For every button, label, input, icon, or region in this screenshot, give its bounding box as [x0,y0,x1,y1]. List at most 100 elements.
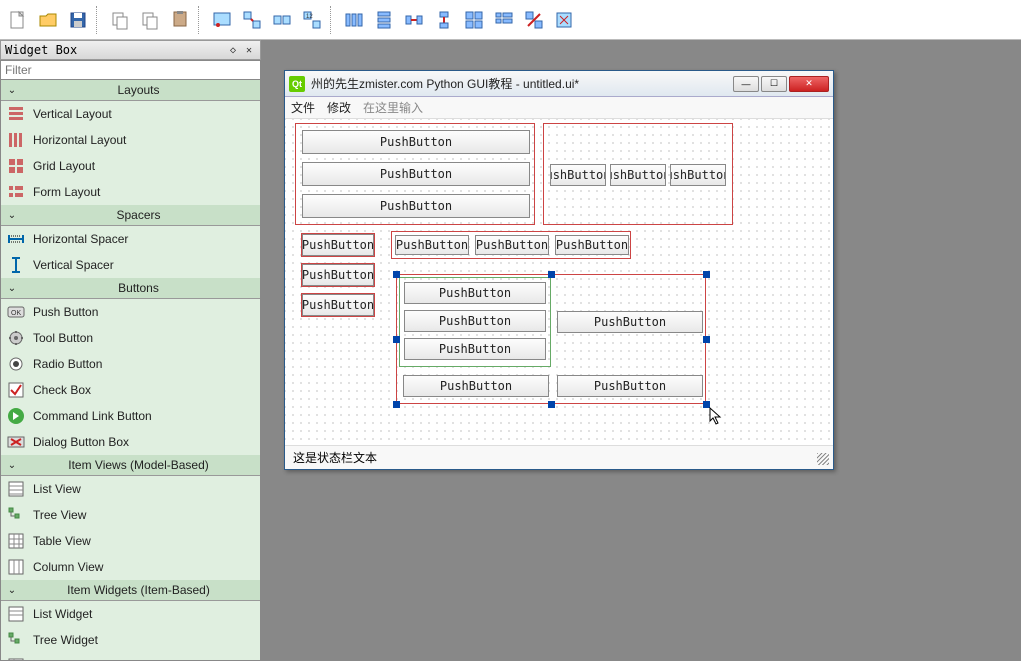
menu-file[interactable]: 文件 [291,99,315,116]
push-button[interactable]: PushButton [557,375,703,397]
push-button-frame[interactable]: PushButton [301,233,375,257]
selection-handle[interactable] [393,401,400,408]
layout-grid-icon[interactable] [460,6,488,34]
widget-filter-input[interactable] [0,60,261,80]
category-label: Spacers [21,208,256,222]
widget-item[interactable]: List Widget [1,601,260,627]
push-button[interactable]: PushButton [404,338,546,360]
undock-icon[interactable]: ◇ [226,43,240,57]
widget-box-title: Widget Box [5,43,77,57]
push-button[interactable]: PushButton [302,130,530,154]
widget-icon [7,131,25,149]
window-titlebar[interactable]: Qt 州的先生zmister.com Python GUI教程 - untitl… [285,71,833,97]
push-button[interactable]: PushButton [302,294,374,316]
widget-item[interactable]: Table View [1,528,260,554]
category-header[interactable]: ⌄Spacers [1,205,260,226]
push-button[interactable]: ushButton [550,164,606,186]
layout-form-icon[interactable] [490,6,518,34]
push-button[interactable]: PushButton [403,375,549,397]
push-button[interactable]: PushButton [557,311,703,333]
widget-item[interactable]: Form Layout [1,179,260,205]
push-button[interactable]: PushButton [404,310,546,332]
widget-item[interactable]: Vertical Layout [1,101,260,127]
widget-item[interactable]: Column View [1,554,260,580]
layout-vs-icon[interactable] [430,6,458,34]
copy-icon[interactable] [106,6,134,34]
selection-handle[interactable] [703,271,710,278]
vbox-layout[interactable]: PushButton PushButton PushButton [295,123,535,225]
widget-edit-icon[interactable] [208,6,236,34]
widget-item[interactable]: Horizontal Spacer [1,226,260,252]
break-layout-icon[interactable] [520,6,548,34]
push-button[interactable]: PushButton [475,235,549,255]
form-body[interactable]: PushButton PushButton PushButton ushButt… [285,119,833,443]
push-button[interactable]: PushButton [302,162,530,186]
maximize-button[interactable]: ☐ [761,76,787,92]
push-button[interactable]: PushButton [395,235,469,255]
layout-v-icon[interactable] [370,6,398,34]
chevron-down-icon: ⌄ [5,83,19,97]
grid-layout-selected[interactable]: PushButton PushButton PushButton PushBut… [396,274,706,404]
push-button[interactable]: ushButton [610,164,666,186]
paste-icon[interactable] [136,6,164,34]
window-title: 州的先生zmister.com Python GUI教程 - untitled.… [311,75,731,92]
push-button-frame[interactable]: PushButton [301,293,375,317]
widget-item[interactable]: Tree View [1,502,260,528]
signal-slot-icon[interactable] [238,6,266,34]
hbox-layout[interactable]: ushButton ushButton ushButton [543,123,733,225]
menu-edit[interactable]: 修改 [327,99,351,116]
hbox-layout[interactable]: PushButton PushButton PushButton [391,231,631,259]
cut-icon[interactable] [166,6,194,34]
tab-order-icon[interactable]: 12 [298,6,326,34]
push-button[interactable]: PushButton [555,235,629,255]
widget-item[interactable]: Radio Button [1,351,260,377]
close-button[interactable]: ✕ [789,76,829,92]
widget-item[interactable]: Horizontal Layout [1,127,260,153]
widget-icon [7,558,25,576]
widget-label: List Widget [33,607,92,621]
push-button[interactable]: PushButton [302,194,530,218]
open-file-icon[interactable] [34,6,62,34]
selection-handle[interactable] [548,401,555,408]
menu-type-here[interactable]: 在这里输入 [363,99,423,116]
widget-label: Check Box [33,383,91,397]
widget-item[interactable]: OKPush Button [1,299,260,325]
category-header[interactable]: ⌄Item Views (Model-Based) [1,455,260,476]
widget-item[interactable]: Vertical Spacer [1,252,260,278]
category-header[interactable]: ⌄Buttons [1,278,260,299]
minimize-button[interactable]: — [733,76,759,92]
category-header[interactable]: ⌄Item Widgets (Item-Based) [1,580,260,601]
push-button[interactable]: PushButton [302,234,374,256]
selection-handle[interactable] [548,271,555,278]
inner-vbox[interactable]: PushButton PushButton PushButton [399,277,551,367]
widget-tree[interactable]: ⌄LayoutsVertical LayoutHorizontal Layout… [0,80,261,661]
widget-item[interactable]: Table Widget [1,653,260,661]
widget-item[interactable]: List View [1,476,260,502]
buddy-icon[interactable] [268,6,296,34]
selection-handle[interactable] [393,336,400,343]
push-button[interactable]: PushButton [302,264,374,286]
widget-item[interactable]: Check Box [1,377,260,403]
layout-h-icon[interactable] [340,6,368,34]
selection-handle[interactable] [393,271,400,278]
widget-item[interactable]: Dialog Button Box [1,429,260,455]
push-button[interactable]: PushButton [404,282,546,304]
widget-item[interactable]: Grid Layout [1,153,260,179]
layout-hs-icon[interactable] [400,6,428,34]
widget-item[interactable]: Tree Widget [1,627,260,653]
design-canvas[interactable]: Qt 州的先生zmister.com Python GUI教程 - untitl… [262,40,1021,661]
push-button[interactable]: ushButton [670,164,726,186]
resize-grip-icon[interactable] [817,453,829,465]
category-label: Item Widgets (Item-Based) [21,583,256,597]
widget-item[interactable]: Tool Button [1,325,260,351]
svg-text:12: 12 [306,14,313,20]
close-panel-icon[interactable]: ✕ [242,43,256,57]
toolbar-separator [198,6,204,34]
selection-handle[interactable] [703,336,710,343]
push-button-frame[interactable]: PushButton [301,263,375,287]
adjust-size-icon[interactable] [550,6,578,34]
new-file-icon[interactable] [4,6,32,34]
save-icon[interactable] [64,6,92,34]
category-header[interactable]: ⌄Layouts [1,80,260,101]
widget-item[interactable]: Command Link Button [1,403,260,429]
